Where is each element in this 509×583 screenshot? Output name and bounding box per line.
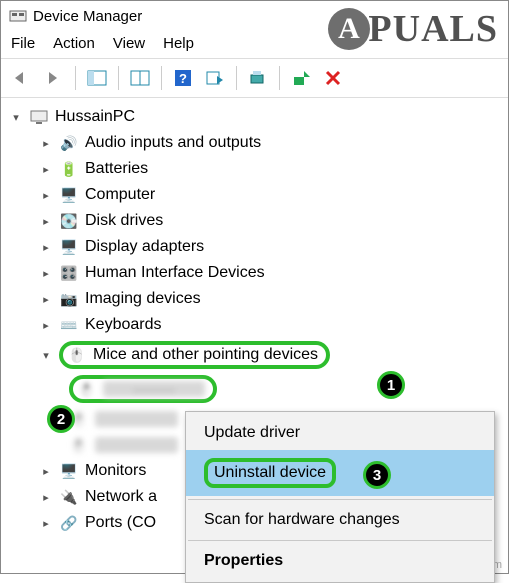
ports-icon: 🔗 bbox=[59, 513, 79, 533]
toolbar-separator bbox=[236, 66, 237, 90]
chevron-right-icon[interactable]: ▸ bbox=[39, 491, 53, 504]
tree-label: Human Interface Devices bbox=[85, 264, 265, 282]
highlight-step1: 🖱️ Mice and other pointing devices bbox=[59, 341, 330, 369]
uninstall-device-button[interactable] bbox=[318, 63, 348, 93]
toolbar-separator bbox=[279, 66, 280, 90]
tree-root[interactable]: ▾ HussainPC bbox=[5, 104, 504, 130]
chevron-down-icon[interactable]: ▾ bbox=[39, 349, 53, 362]
show-hide-tree-button[interactable] bbox=[82, 63, 112, 93]
tree-label: Ports (CO bbox=[85, 514, 156, 532]
tree-item-keyboards[interactable]: ▸ ⌨️ Keyboards bbox=[5, 312, 504, 338]
chevron-right-icon[interactable]: ▸ bbox=[39, 293, 53, 306]
tree-label: Network a bbox=[85, 488, 157, 506]
blurred-device-label bbox=[95, 437, 178, 453]
toolbar-separator bbox=[75, 66, 76, 90]
ctx-properties[interactable]: Properties bbox=[186, 544, 494, 578]
ctx-uninstall-device[interactable]: Uninstall device bbox=[186, 450, 494, 496]
speaker-icon: 🔊 bbox=[59, 133, 79, 153]
menu-view[interactable]: View bbox=[113, 35, 145, 52]
monitor-icon: 🖥️ bbox=[59, 185, 79, 205]
tree-label: Mice and other pointing devices bbox=[93, 346, 318, 364]
chevron-right-icon[interactable]: ▸ bbox=[39, 319, 53, 332]
display-adapter-icon: 🖥️ bbox=[59, 237, 79, 257]
chevron-right-icon[interactable]: ▸ bbox=[39, 189, 53, 202]
tree-item-batteries[interactable]: ▸ 🔋 Batteries bbox=[5, 156, 504, 182]
tree-item-display[interactable]: ▸ 🖥️ Display adapters bbox=[5, 234, 504, 260]
tree-label: Disk drives bbox=[85, 212, 163, 230]
back-button[interactable] bbox=[7, 63, 37, 93]
watermark-logo: A PUALS bbox=[328, 7, 498, 51]
tree-label: Keyboards bbox=[85, 316, 162, 334]
battery-icon: 🔋 bbox=[59, 159, 79, 179]
menu-help[interactable]: Help bbox=[163, 35, 194, 52]
forward-button[interactable] bbox=[39, 63, 69, 93]
camera-icon: 📷 bbox=[59, 289, 79, 309]
tree-label: Computer bbox=[85, 186, 155, 204]
blurred-device-label bbox=[95, 411, 178, 427]
mouse-icon: 🖱️ bbox=[69, 435, 89, 455]
tree-label: Display adapters bbox=[85, 238, 204, 256]
tree-item-disk[interactable]: ▸ 💽 Disk drives bbox=[5, 208, 504, 234]
step-badge-1: 1 bbox=[377, 371, 405, 399]
device-manager-icon bbox=[9, 7, 27, 25]
mouse-icon: 🖱️ bbox=[77, 379, 97, 399]
ctx-uninstall-label: Uninstall device bbox=[214, 464, 326, 481]
toolbar-separator bbox=[161, 66, 162, 90]
blurred-device-label: ——— bbox=[103, 381, 205, 397]
chevron-down-icon[interactable]: ▾ bbox=[9, 111, 23, 124]
menu-separator bbox=[188, 499, 492, 500]
tree-item-audio[interactable]: ▸ 🔊 Audio inputs and outputs bbox=[5, 130, 504, 156]
chevron-right-icon[interactable]: ▸ bbox=[39, 215, 53, 228]
watermark-a-icon: A bbox=[328, 8, 370, 50]
tree-label: Audio inputs and outputs bbox=[85, 134, 261, 152]
context-menu: Update driver Uninstall device Scan for … bbox=[185, 411, 495, 583]
properties-button[interactable] bbox=[125, 63, 155, 93]
action-button[interactable] bbox=[200, 63, 230, 93]
update-driver-button[interactable] bbox=[286, 63, 316, 93]
tree-item-imaging[interactable]: ▸ 📷 Imaging devices bbox=[5, 286, 504, 312]
menu-action[interactable]: Action bbox=[53, 35, 95, 52]
svg-text:?: ? bbox=[179, 71, 187, 86]
tree-label: Monitors bbox=[85, 462, 146, 480]
window-title: Device Manager bbox=[33, 8, 142, 25]
menu-separator bbox=[188, 540, 492, 541]
help-button[interactable]: ? bbox=[168, 63, 198, 93]
tree-item-mice[interactable]: ▾ 🖱️ Mice and other pointing devices bbox=[5, 338, 504, 372]
network-icon: 🔌 bbox=[59, 487, 79, 507]
chevron-right-icon[interactable]: ▸ bbox=[39, 517, 53, 530]
tree-label: Batteries bbox=[85, 160, 148, 178]
step-badge-3: 3 bbox=[363, 461, 391, 489]
menu-file[interactable]: File bbox=[11, 35, 35, 52]
tree-label: Imaging devices bbox=[85, 290, 201, 308]
toolbar-separator bbox=[118, 66, 119, 90]
chevron-right-icon[interactable]: ▸ bbox=[39, 137, 53, 150]
tree-root-label: HussainPC bbox=[55, 108, 135, 126]
keyboard-icon: ⌨️ bbox=[59, 315, 79, 335]
toolbar: ? bbox=[1, 58, 508, 98]
monitor-icon: 🖥️ bbox=[59, 461, 79, 481]
mouse-icon: 🖱️ bbox=[67, 345, 87, 365]
chevron-right-icon[interactable]: ▸ bbox=[39, 241, 53, 254]
highlight-step2: 🖱️ ——— bbox=[69, 375, 217, 403]
scan-hardware-button[interactable] bbox=[243, 63, 273, 93]
chevron-right-icon[interactable]: ▸ bbox=[39, 163, 53, 176]
ctx-scan-hardware[interactable]: Scan for hardware changes bbox=[186, 503, 494, 537]
tree-item-computer[interactable]: ▸ 🖥️ Computer bbox=[5, 182, 504, 208]
chevron-right-icon[interactable]: ▸ bbox=[39, 267, 53, 280]
chevron-right-icon[interactable]: ▸ bbox=[39, 465, 53, 478]
step-badge-2: 2 bbox=[47, 405, 75, 433]
disk-icon: 💽 bbox=[59, 211, 79, 231]
hid-icon: 🎛️ bbox=[59, 263, 79, 283]
tree-item-mouse-device[interactable]: 🖱️ ——— bbox=[5, 372, 504, 406]
ctx-update-driver[interactable]: Update driver bbox=[186, 416, 494, 450]
watermark-text: PUALS bbox=[368, 7, 498, 51]
computer-root-icon bbox=[29, 107, 49, 127]
highlight-step3: Uninstall device bbox=[204, 458, 336, 488]
tree-item-hid[interactable]: ▸ 🎛️ Human Interface Devices bbox=[5, 260, 504, 286]
